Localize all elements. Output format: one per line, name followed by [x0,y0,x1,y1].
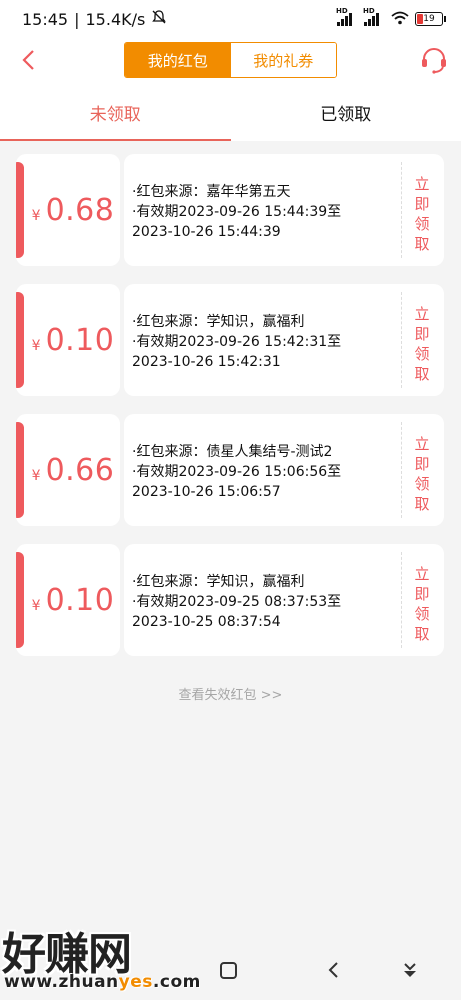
amount-value: 0.10 [45,582,115,618]
dashed-divider [401,552,402,648]
claim-button[interactable]: 立 即 领 取 [411,434,433,514]
dashed-divider [401,422,402,518]
amount-panel: ¥ 0.10 [16,284,120,396]
validity-line-1: ·有效期2023-09-26 15:06:56至 [132,464,342,480]
claim-char: 即 [414,325,430,343]
tab-claimed[interactable]: 已领取 [231,84,461,141]
card-stripe [16,162,24,258]
claim-char: 即 [414,585,430,603]
tab-unclaimed[interactable]: 未领取 [0,84,231,141]
home-square-icon[interactable] [220,962,237,979]
amount: ¥ 0.66 [22,453,115,488]
watermark: 好赚网 www.zhuanyes.com [0,918,200,998]
currency-symbol: ¥ [31,337,41,354]
claim-char: 立 [414,175,430,193]
tab-my-red-envelopes[interactable]: 我的红包 [125,43,231,77]
status-separator: | [74,9,80,29]
source-text: ·红包来源：嘉年华第五天 [132,184,291,200]
card-stripe [16,552,24,648]
validity-line-1: ·有效期2023-09-25 08:37:53至 [132,594,342,610]
signal-icon-1: HD [336,7,352,26]
claim-char: 取 [414,235,430,253]
watermark-url: www.zhuanyes.com [4,972,201,992]
amount-panel: ¥ 0.66 [16,414,120,526]
claim-char: 立 [414,565,430,583]
mute-bell-icon [151,9,167,29]
validity-line-2: 2023-10-25 08:37:54 [132,614,281,630]
amount-value: 0.66 [45,452,115,488]
claim-char: 领 [414,475,430,493]
card-info: ·红包来源：嘉年华第五天 ·有效期2023-09-26 15:44:39至 20… [132,182,394,242]
claim-char: 领 [414,605,430,623]
amount-panel: ¥ 0.10 [16,544,120,656]
claim-char: 领 [414,345,430,363]
validity-line-1: ·有效期2023-09-26 15:44:39至 [132,204,342,220]
status-speed: 15.4K/s [85,9,146,29]
header: 我的红包 我的礼券 [0,38,461,84]
customer-service-icon[interactable] [419,45,449,75]
watermark-url-prefix: www.zhuan [4,972,119,992]
validity-line-1: ·有效期2023-09-26 15:42:31至 [132,334,342,350]
claim-char: 立 [414,435,430,453]
source-text: ·红包来源：学知识，赢福利 [132,314,305,330]
currency-symbol: ¥ [31,597,41,614]
validity-line-2: 2023-10-26 15:42:31 [132,354,281,370]
view-expired-link[interactable]: 查看失效红包 >> [0,684,461,703]
amount-value: 0.68 [45,192,115,228]
claim-button[interactable]: 立 即 领 取 [411,564,433,644]
info-panel: ·红包来源：学知识，赢福利 ·有效期2023-09-25 08:37:53至 2… [124,544,444,656]
wallet-tab-switch: 我的红包 我的礼券 [124,42,337,78]
status-time: 15:45 [22,9,69,29]
nav-down-icon[interactable] [400,960,420,984]
battery-level: 19 [423,14,435,24]
info-panel: ·红包来源：嘉年华第五天 ·有效期2023-09-26 15:44:39至 20… [124,154,444,266]
back-icon[interactable] [16,47,40,73]
card-info: ·红包来源：学知识，赢福利 ·有效期2023-09-26 15:42:31至 2… [132,312,394,372]
currency-symbol: ¥ [31,207,41,224]
red-envelope-card: ¥ 0.10 ·红包来源：学知识，赢福利 ·有效期2023-09-26 15:4… [16,284,444,396]
red-envelope-card: ¥ 0.66 ·红包来源：债星人集结号-测试2 ·有效期2023-09-26 1… [16,414,444,526]
validity-line-2: 2023-10-26 15:44:39 [132,224,281,240]
card-info: ·红包来源：债星人集结号-测试2 ·有效期2023-09-26 15:06:56… [132,442,394,502]
amount: ¥ 0.68 [22,193,115,228]
claim-char: 领 [414,215,430,233]
claim-button[interactable]: 立 即 领 取 [411,304,433,384]
claim-char: 取 [414,495,430,513]
source-text: ·红包来源：债星人集结号-测试2 [132,444,333,460]
wifi-icon [391,11,409,28]
watermark-url-suffix: .com [152,972,201,992]
status-bar: 15:45 | 15.4K/s HD HD 19 [0,0,461,38]
dashed-divider [401,162,402,258]
card-stripe [16,422,24,518]
red-envelope-card: ¥ 0.68 ·红包来源：嘉年华第五天 ·有效期2023-09-26 15:44… [16,154,444,266]
claim-char: 即 [414,195,430,213]
info-panel: ·红包来源：学知识，赢福利 ·有效期2023-09-26 15:42:31至 2… [124,284,444,396]
source-text: ·红包来源：学知识，赢福利 [132,574,305,590]
amount-panel: ¥ 0.68 [16,154,120,266]
watermark-url-highlight: yes [118,972,153,992]
amount-value: 0.10 [45,322,115,358]
signal-icon-2: HD [363,7,379,26]
info-panel: ·红包来源：债星人集结号-测试2 ·有效期2023-09-26 15:06:56… [124,414,444,526]
claim-char: 取 [414,625,430,643]
tab-my-coupons[interactable]: 我的礼券 [230,43,336,77]
claim-char: 即 [414,455,430,473]
dashed-divider [401,292,402,388]
card-info: ·红包来源：学知识，赢福利 ·有效期2023-09-25 08:37:53至 2… [132,572,394,632]
battery-icon: 19 [415,12,446,26]
claim-button[interactable]: 立 即 领 取 [411,174,433,254]
status-left: 15:45 | 15.4K/s [22,9,167,29]
nav-back-icon[interactable] [326,960,340,984]
red-envelope-list: ¥ 0.68 ·红包来源：嘉年华第五天 ·有效期2023-09-26 15:44… [16,154,444,674]
claim-status-tabs: 未领取 已领取 [0,84,461,141]
validity-line-2: 2023-10-26 15:06:57 [132,484,281,500]
currency-symbol: ¥ [31,467,41,484]
red-envelope-card: ¥ 0.10 ·红包来源：学知识，赢福利 ·有效期2023-09-25 08:3… [16,544,444,656]
card-stripe [16,292,24,388]
amount: ¥ 0.10 [22,583,115,618]
claim-char: 取 [414,365,430,383]
status-right: HD HD 19 [336,7,446,28]
claim-char: 立 [414,305,430,323]
amount: ¥ 0.10 [22,323,115,358]
